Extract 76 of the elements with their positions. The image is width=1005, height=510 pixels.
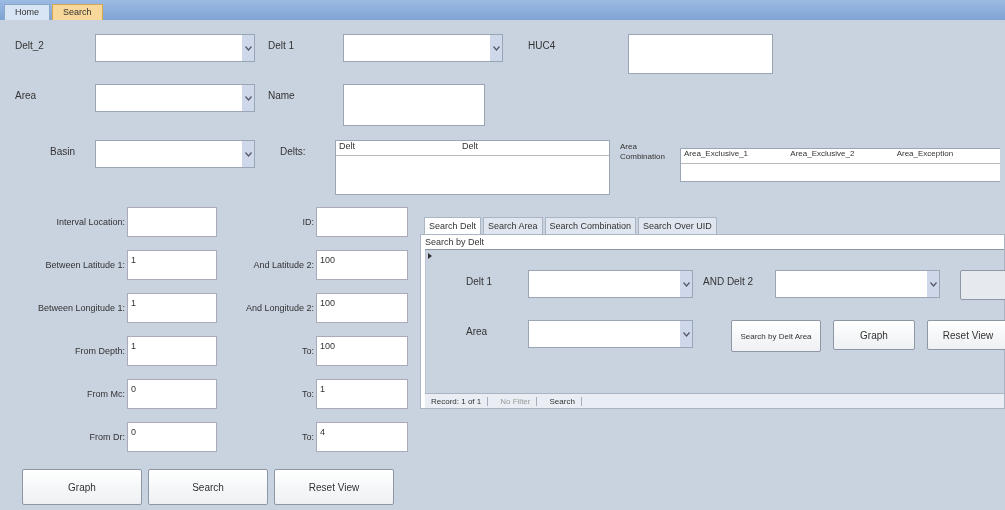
field-label: And Latitude 2: xyxy=(252,260,314,270)
field-value: 1 xyxy=(131,255,136,265)
field-label: Basin xyxy=(49,145,76,157)
document-tab[interactable]: Search xyxy=(52,4,103,20)
subform-tab[interactable]: Search Over UID xyxy=(638,217,717,234)
field-label: Between Longitude 1: xyxy=(36,303,125,313)
text-field[interactable] xyxy=(343,84,485,126)
dropdown-field[interactable] xyxy=(528,320,693,348)
field-label: Delt 1 xyxy=(268,39,296,51)
field-label: Delt 1 xyxy=(465,275,494,287)
text-field[interactable]: 4 xyxy=(316,422,408,452)
field-label: HUC4 xyxy=(528,39,557,51)
dropdown-field[interactable] xyxy=(775,270,940,298)
text-field[interactable]: 1 xyxy=(316,379,408,409)
text-field[interactable]: 1 xyxy=(127,250,217,280)
field-label: Area Combination xyxy=(619,141,666,162)
field-label: To: xyxy=(301,389,314,399)
field-label: Delt_2 xyxy=(15,39,45,51)
text-field[interactable]: 100 xyxy=(316,293,408,323)
form-button[interactable]: Graph xyxy=(22,469,142,505)
field-label: AND Delt 2 xyxy=(703,275,754,287)
text-field[interactable]: 100 xyxy=(316,250,408,280)
field-label: Area xyxy=(465,325,489,337)
field-label: Interval Location: xyxy=(55,217,125,227)
form-button[interactable]: Search by Delt Area xyxy=(731,320,821,352)
list-box[interactable]: Delt Delt xyxy=(335,140,610,195)
field-value: 4 xyxy=(320,427,325,437)
dropdown-field[interactable] xyxy=(95,84,255,112)
field-label: To: xyxy=(301,432,314,442)
form-button[interactable]: Graph xyxy=(833,320,915,350)
text-field[interactable] xyxy=(316,207,408,237)
list-box[interactable]: Area_Exclusive_1 Area_Exclusive_2 Area_Exception xyxy=(680,148,1000,182)
field-label: Area xyxy=(15,89,38,101)
field-label: To: xyxy=(301,346,314,356)
subform-tab[interactable]: Search Delt xyxy=(424,217,482,234)
column-header: Delt xyxy=(338,141,356,153)
field-label: Name xyxy=(268,89,296,101)
document-tab[interactable]: Home xyxy=(4,4,50,20)
column-header: Area_Exception xyxy=(895,149,955,160)
subform-tab[interactable]: Search Area xyxy=(483,217,543,234)
field-label: ID: xyxy=(301,217,314,227)
form-button[interactable]: Reset View xyxy=(927,320,1005,350)
text-field[interactable] xyxy=(127,207,217,237)
record-pointer-icon xyxy=(428,253,432,259)
dropdown-field[interactable] xyxy=(95,140,255,168)
form-button[interactable]: Search xyxy=(148,469,268,505)
dropdown-field[interactable] xyxy=(343,34,503,62)
text-field[interactable]: 1 xyxy=(127,293,217,323)
field-value: 1 xyxy=(131,341,136,351)
field-label: Between Latitude 1: xyxy=(44,260,125,270)
form-button[interactable]: Reset View xyxy=(274,469,394,505)
text-field[interactable]: 0 xyxy=(127,422,217,452)
field-value: 0 xyxy=(131,427,136,437)
dropdown-field[interactable] xyxy=(95,34,255,62)
subform-tab[interactable]: Search Combination xyxy=(544,217,637,234)
field-label: Delts: xyxy=(280,145,307,157)
field-label: From Dr: xyxy=(88,432,125,442)
column-header: Area_Exclusive_1 xyxy=(683,149,750,160)
field-value: 100 xyxy=(320,298,336,308)
column-header: Delt xyxy=(461,141,479,153)
field-label: And Longitude 2: xyxy=(244,303,314,313)
field-label: From Mc: xyxy=(86,389,125,399)
text-field[interactable]: 100 xyxy=(316,336,408,366)
field-label: From Depth: xyxy=(74,346,125,356)
text-field[interactable] xyxy=(628,34,773,74)
field-value: 100 xyxy=(320,341,336,351)
field-value: 0 xyxy=(131,384,136,394)
record-counter: Record: 1 of 1 xyxy=(425,396,489,406)
field-value: 100 xyxy=(320,255,336,265)
field-value: 1 xyxy=(320,384,325,394)
dropdown-field[interactable] xyxy=(528,270,693,298)
search-field[interactable]: Search xyxy=(543,396,582,406)
text-field[interactable]: 0 xyxy=(127,379,217,409)
text-field[interactable]: 1 xyxy=(127,336,217,366)
column-header: Area_Exclusive_2 xyxy=(789,149,856,160)
field-value: 1 xyxy=(131,298,136,308)
